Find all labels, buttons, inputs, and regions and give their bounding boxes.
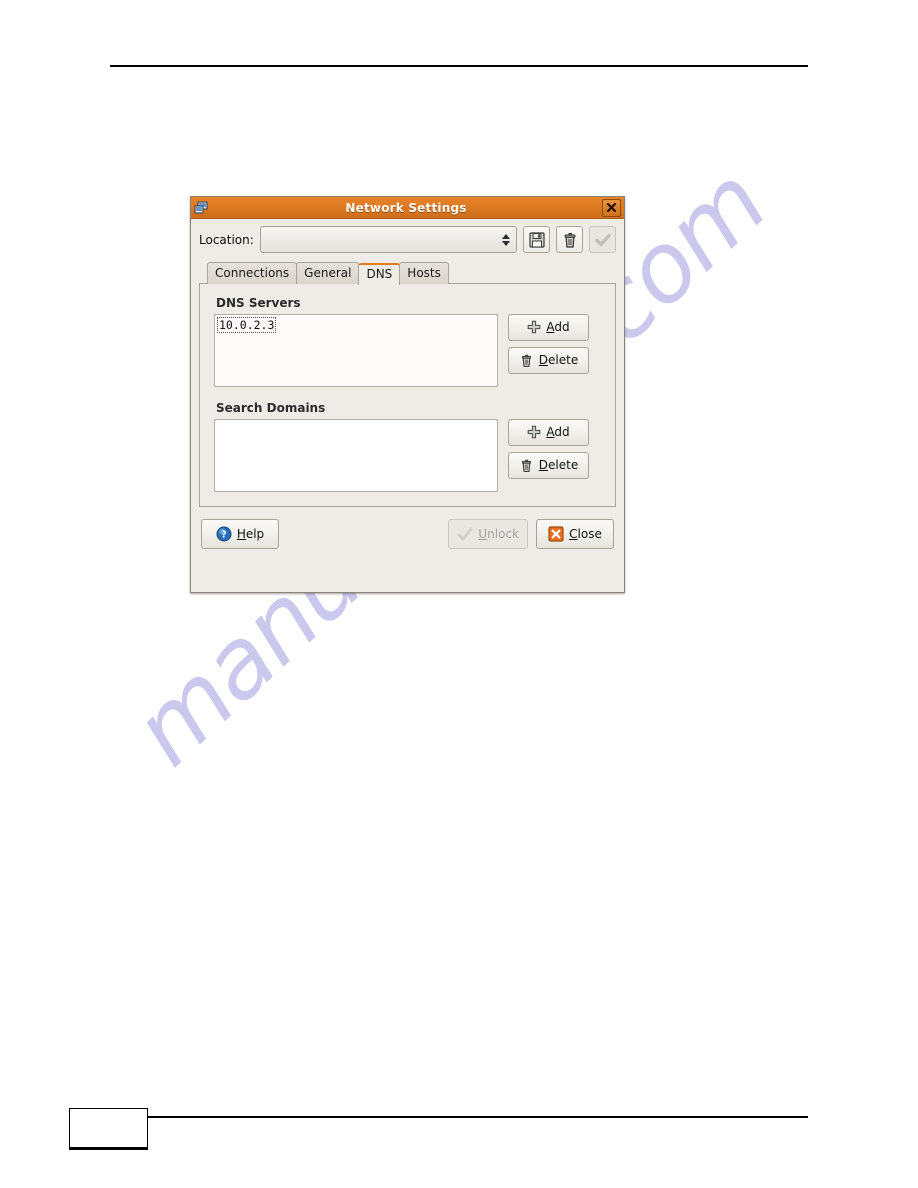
page-header-rule xyxy=(110,65,808,67)
location-combobox[interactable] xyxy=(259,226,517,253)
search-domains-delete-label: Delete xyxy=(538,458,579,473)
svg-text:?: ? xyxy=(221,529,227,540)
unlock-key-icon xyxy=(457,526,473,542)
unlock-label: Unlock xyxy=(478,526,519,541)
network-settings-icon xyxy=(194,200,210,216)
trash-can-icon xyxy=(561,231,579,249)
floppy-disk-icon xyxy=(528,231,546,249)
save-button[interactable] xyxy=(523,226,550,253)
tab-connections[interactable]: Connections xyxy=(207,262,298,284)
search-domains-row: Add Delete xyxy=(214,418,601,492)
help-question-icon: ? xyxy=(216,526,232,542)
titlebar-close-button[interactable] xyxy=(602,198,621,217)
location-label: Location: xyxy=(199,232,254,247)
spinner-up-down-icon xyxy=(502,233,510,246)
tab-hosts[interactable]: Hosts xyxy=(399,262,449,284)
dialog-title: Network Settings xyxy=(345,200,467,215)
tab-dns[interactable]: DNS xyxy=(358,263,401,285)
check-mark-icon xyxy=(594,231,612,249)
close-x-icon xyxy=(548,526,564,542)
dns-servers-list[interactable]: 10.0.2.3 xyxy=(214,313,498,387)
mnemonic-c: C xyxy=(569,526,578,541)
help-label: Help xyxy=(236,526,265,541)
apply-button xyxy=(589,226,616,253)
delete-location-button[interactable] xyxy=(556,226,583,253)
dns-servers-buttons: Add Delete xyxy=(508,313,589,374)
trash-can-icon xyxy=(519,458,534,473)
dialog-titlebar[interactable]: Network Settings xyxy=(191,197,624,219)
tab-bar: Connections General DNS Hosts xyxy=(199,262,616,285)
mnemonic-h: H xyxy=(236,526,246,541)
footer-right-buttons: Unlock Close xyxy=(448,518,614,549)
mnemonic-d: D xyxy=(538,353,549,368)
dns-servers-delete-label: Delete xyxy=(538,353,579,368)
dns-servers-add-label: Add xyxy=(546,320,570,335)
mnemonic-u: U xyxy=(478,526,488,541)
unlock-button: Unlock xyxy=(448,518,528,549)
search-domains-buttons: Add Delete xyxy=(508,418,589,479)
close-icon xyxy=(607,203,616,212)
page-footer-rule xyxy=(148,1116,808,1118)
search-domains-title: Search Domains xyxy=(216,400,326,415)
search-domains-add-button[interactable]: Add xyxy=(508,418,589,446)
mnemonic-a: A xyxy=(546,320,555,335)
network-settings-dialog: Network Settings Location: Connections G… xyxy=(190,196,625,593)
location-row: Location: xyxy=(199,226,616,253)
trash-can-icon xyxy=(519,353,534,368)
page-number-box xyxy=(69,1108,148,1150)
tab-general[interactable]: General xyxy=(296,262,360,284)
dialog-body: Location: Connections General DNS Hosts … xyxy=(191,219,624,557)
search-domains-delete-button[interactable]: Delete xyxy=(508,451,589,479)
plus-icon xyxy=(527,425,541,439)
dns-servers-delete-button[interactable]: Delete xyxy=(508,346,589,374)
plus-icon xyxy=(527,320,541,334)
dialog-footer: ? Help Unlock Close xyxy=(199,518,616,549)
dns-tab-panel: DNS Servers 10.0.2.3 Add Delete Search D… xyxy=(199,282,616,507)
mnemonic-d: D xyxy=(538,458,549,473)
dns-servers-row: 10.0.2.3 Add Delete xyxy=(214,313,601,387)
close-button[interactable]: Close xyxy=(536,518,614,549)
close-label: Close xyxy=(569,526,602,541)
list-item[interactable]: 10.0.2.3 xyxy=(216,316,277,334)
search-domains-add-label: Add xyxy=(546,425,570,440)
dns-servers-title: DNS Servers xyxy=(216,295,301,310)
mnemonic-a: A xyxy=(546,425,555,440)
dns-servers-add-button[interactable]: Add xyxy=(508,313,589,341)
help-button[interactable]: ? Help xyxy=(201,518,279,549)
search-domains-list[interactable] xyxy=(214,418,498,492)
